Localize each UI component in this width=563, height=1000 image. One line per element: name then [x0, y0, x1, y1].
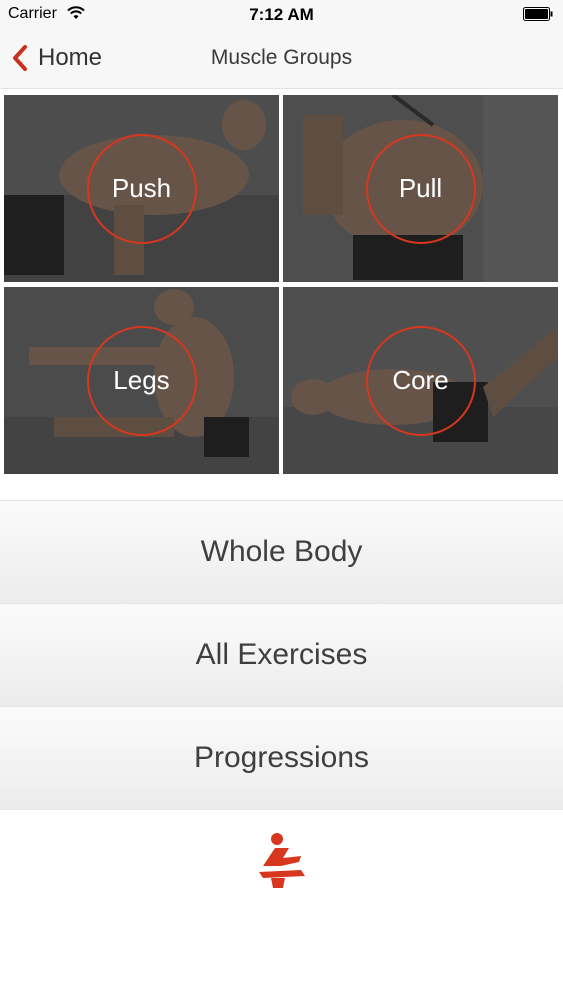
tile-push[interactable]: Push	[4, 95, 279, 282]
tile-label-pull: Pull	[398, 173, 443, 203]
battery-icon	[523, 7, 553, 21]
status-bar: Carrier 7:12 AM	[0, 0, 563, 30]
menu-item-all-exercises[interactable]: All Exercises	[0, 603, 563, 706]
menu-item-label: Progressions	[193, 741, 370, 774]
legs-ring: Legs	[86, 325, 197, 436]
menu-item-label: Whole Body	[200, 535, 363, 568]
muscle-group-grid: Push Pull Legs Core	[4, 95, 558, 475]
nav-bar: Home Muscle Groups	[0, 30, 563, 89]
tile-core[interactable]: Core	[283, 287, 558, 474]
push-ring: Push	[86, 133, 197, 244]
menu-item-progressions[interactable]: Progressions	[0, 706, 563, 810]
screen: Carrier 7:12 AM Home Muscle Groups Push …	[0, 0, 563, 1000]
tile-label-push: Push	[111, 173, 172, 203]
tile-label-legs: Legs	[113, 365, 170, 395]
status-time: 7:12 AM	[249, 5, 314, 24]
tile-label-core: Core	[392, 365, 449, 395]
menu-item-label: All Exercises	[195, 638, 368, 671]
tile-pull[interactable]: Pull	[283, 95, 558, 282]
tile-legs[interactable]: Legs	[4, 287, 279, 474]
core-ring: Core	[365, 325, 476, 436]
page-title: Muscle Groups	[210, 46, 353, 69]
menu-item-whole-body[interactable]: Whole Body	[0, 500, 563, 603]
app-logo-icon	[259, 833, 305, 888]
menu-list: Whole Body All Exercises Progressions	[0, 500, 563, 810]
pull-ring: Pull	[365, 133, 476, 244]
